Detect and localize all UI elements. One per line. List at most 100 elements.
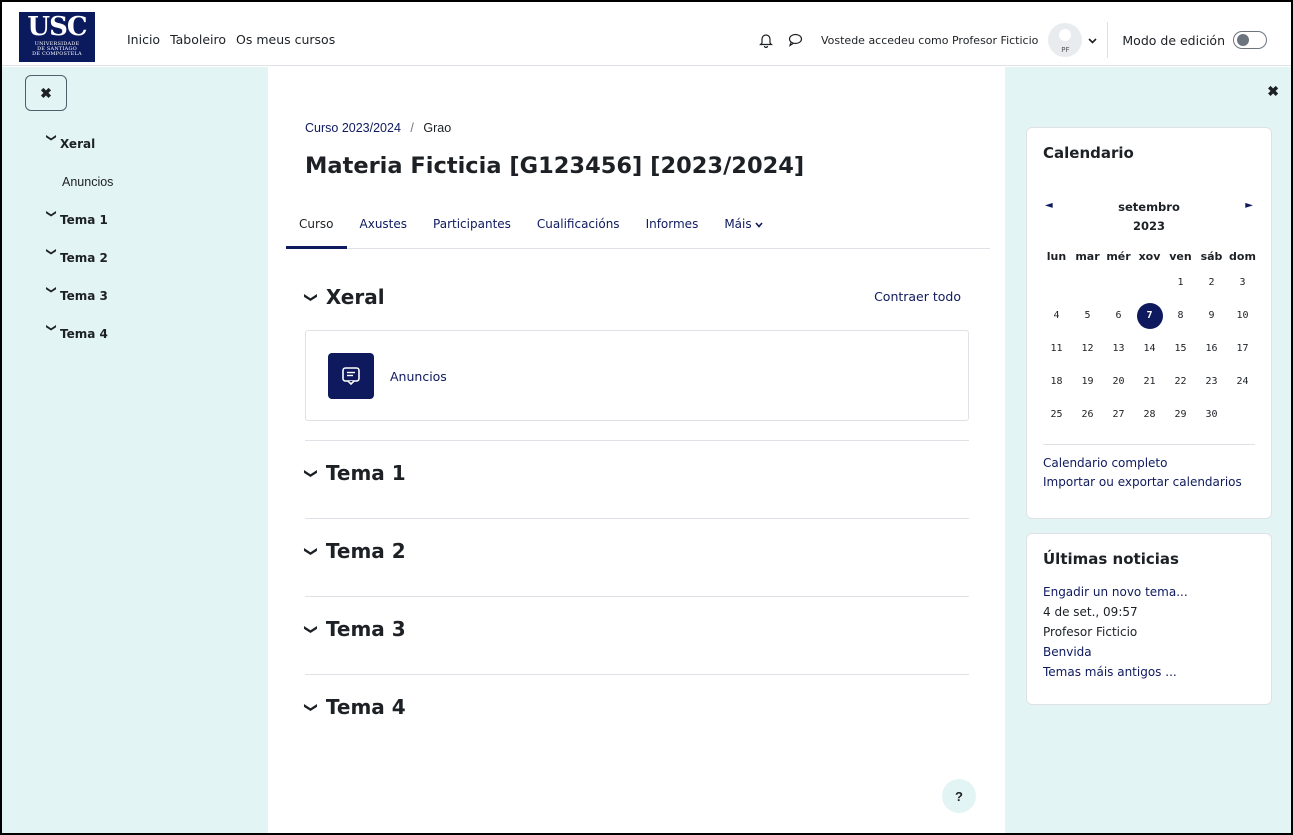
- section-divider: [305, 440, 969, 441]
- calendar-day: [1230, 400, 1256, 426]
- chevron-down-icon[interactable]: [1088, 33, 1097, 47]
- chevron-down-icon[interactable]: ❯: [46, 210, 57, 228]
- user-area: Vostede accedeu como Profesor Ficticio P…: [755, 22, 1267, 58]
- calendar-day[interactable]: 4: [1044, 303, 1070, 329]
- bell-icon[interactable]: [755, 29, 777, 51]
- nav-link-home[interactable]: Inicio: [127, 32, 160, 47]
- calendar-day[interactable]: 24: [1230, 369, 1256, 395]
- chevron-down-icon[interactable]: ❯: [46, 134, 57, 152]
- calendar-day[interactable]: 28: [1137, 402, 1163, 428]
- close-block-drawer-button[interactable]: ✖: [1267, 83, 1279, 100]
- calendar-day[interactable]: 30: [1199, 402, 1225, 428]
- calendar-cell: [1134, 266, 1165, 299]
- calendar-day[interactable]: 2: [1199, 270, 1225, 296]
- calendar-cell: 4: [1041, 299, 1072, 332]
- tab-grades[interactable]: Cualificacións: [524, 207, 633, 249]
- chevron-down-icon[interactable]: ❯: [303, 546, 318, 557]
- section-title[interactable]: Tema 4: [326, 695, 406, 719]
- calendar-day[interactable]: 19: [1075, 369, 1101, 395]
- older-topics-link[interactable]: Temas máis antigos ...: [1043, 662, 1255, 682]
- calendar-cell: 28: [1134, 398, 1165, 431]
- calendar-day[interactable]: 11: [1044, 336, 1070, 362]
- chevron-down-icon[interactable]: ❯: [303, 702, 318, 713]
- calendar-day[interactable]: 9: [1199, 303, 1225, 329]
- collapse-all-link[interactable]: Contraer todo: [874, 289, 961, 304]
- calendar-day[interactable]: 10: [1230, 303, 1256, 329]
- calendar-cell: 17: [1227, 332, 1258, 365]
- course-index-section-xeral[interactable]: ❯ Xeral: [42, 134, 113, 175]
- calendar-day[interactable]: 16: [1199, 336, 1225, 362]
- calendar-day[interactable]: 18: [1044, 369, 1070, 395]
- avatar-initials: PF: [1061, 46, 1070, 54]
- avatar-head-shape: [1059, 29, 1072, 41]
- course-index-section-tema-3[interactable]: ❯ Tema 3: [42, 286, 113, 327]
- section-header-xeral: ❯ Xeral: [303, 285, 385, 309]
- tab-course[interactable]: Curso: [286, 207, 347, 249]
- calendar-block: Calendario ◄ setembro 2023 ► lun mar mér xo…: [1026, 127, 1272, 519]
- calendar-day[interactable]: 27: [1106, 402, 1132, 428]
- breadcrumb-separator: /: [410, 121, 414, 135]
- section-title[interactable]: Xeral: [326, 285, 385, 309]
- tab-settings[interactable]: Axustes: [347, 207, 421, 249]
- calendar-day[interactable]: 26: [1075, 402, 1101, 428]
- calendar-day[interactable]: 14: [1137, 336, 1163, 362]
- calendar-day[interactable]: 3: [1230, 270, 1256, 296]
- close-course-index-button[interactable]: ✖: [25, 75, 67, 111]
- breadcrumb-link-course-year[interactable]: Curso 2023/2024: [305, 121, 401, 135]
- course-index-section-tema-1[interactable]: ❯ Tema 1: [42, 210, 113, 251]
- calendar-day[interactable]: 29: [1168, 402, 1194, 428]
- calendar-day[interactable]: 12: [1075, 336, 1101, 362]
- chevron-down-icon[interactable]: ❯: [46, 286, 57, 304]
- calendar-cell: [1103, 266, 1134, 299]
- section-title[interactable]: Tema 1: [326, 461, 406, 485]
- add-topic-link[interactable]: Engadir un novo tema...: [1043, 582, 1255, 602]
- calendar-day[interactable]: 21: [1137, 369, 1163, 395]
- chevron-down-icon[interactable]: ❯: [303, 292, 318, 303]
- nav-link-my-courses[interactable]: Os meus cursos: [236, 32, 335, 47]
- section-title[interactable]: Tema 2: [326, 539, 406, 563]
- user-avatar[interactable]: PF: [1048, 23, 1083, 57]
- calendar-day[interactable]: 8: [1168, 303, 1194, 329]
- calendar-cell: 21: [1134, 365, 1165, 398]
- course-index-item-anuncios[interactable]: Anuncios: [42, 175, 113, 213]
- import-export-calendar-link[interactable]: Importar ou exportar calendarios: [1043, 473, 1242, 492]
- calendar-cell: 19: [1072, 365, 1103, 398]
- message-icon[interactable]: [785, 29, 807, 51]
- calendar-day[interactable]: 25: [1044, 402, 1070, 428]
- calendar-weekday: mar: [1075, 249, 1100, 263]
- calendar-day[interactable]: 23: [1199, 369, 1225, 395]
- usc-logo[interactable]: USC UNIVERSIDADE DE SANTIAGO DE COMPOSTE…: [19, 12, 95, 62]
- forum-icon[interactable]: [328, 353, 374, 399]
- calendar-day[interactable]: 6: [1106, 303, 1132, 329]
- tab-more[interactable]: Máis: [711, 207, 776, 249]
- calendar-day[interactable]: 22: [1168, 369, 1194, 395]
- nav-link-dashboard[interactable]: Taboleiro: [170, 32, 226, 47]
- full-calendar-link[interactable]: Calendario completo: [1043, 454, 1242, 473]
- calendar-weekday: xov: [1138, 249, 1161, 263]
- login-info: Vostede accedeu como Profesor Ficticio: [820, 33, 1039, 47]
- chevron-down-icon[interactable]: ❯: [46, 324, 57, 342]
- help-button[interactable]: ?: [942, 779, 976, 813]
- course-index-section-tema-2[interactable]: ❯ Tema 2: [42, 248, 113, 289]
- course-index-section-tema-4[interactable]: ❯ Tema 4: [42, 324, 113, 365]
- calendar-day[interactable]: 15: [1168, 336, 1194, 362]
- calendar-header: ◄ setembro 2023 ►: [1043, 198, 1255, 238]
- chevron-down-icon[interactable]: ❯: [46, 248, 57, 266]
- calendar-day[interactable]: 13: [1106, 336, 1132, 362]
- tab-reports[interactable]: Informes: [633, 207, 712, 249]
- calendar-day[interactable]: 17: [1230, 336, 1256, 362]
- calendar-day[interactable]: 5: [1075, 303, 1101, 329]
- calendar-year: 2023: [1132, 219, 1165, 233]
- next-month-icon[interactable]: ►: [1245, 200, 1253, 211]
- calendar-month: setembro: [1118, 200, 1180, 214]
- chevron-down-icon[interactable]: ❯: [303, 624, 318, 635]
- edit-mode-toggle[interactable]: [1233, 31, 1267, 49]
- tab-participants[interactable]: Participantes: [420, 207, 524, 249]
- calendar-day[interactable]: 1: [1168, 270, 1194, 296]
- calendar-day-today[interactable]: 7: [1136, 302, 1163, 329]
- chevron-down-icon[interactable]: ❯: [303, 468, 318, 479]
- activity-link[interactable]: Anuncios: [390, 369, 447, 384]
- calendar-day[interactable]: 20: [1106, 369, 1132, 395]
- news-post-link[interactable]: Benvida: [1043, 642, 1255, 662]
- section-title[interactable]: Tema 3: [326, 617, 406, 641]
